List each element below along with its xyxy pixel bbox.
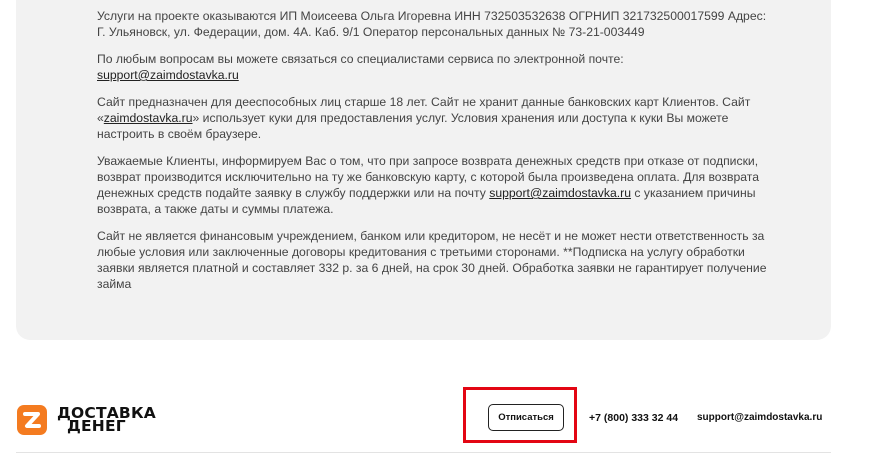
cookies-text-after: » использует куки для предоставления усл… xyxy=(97,111,729,141)
footer-divider xyxy=(16,452,831,453)
cookies-paragraph: Сайт предназначен для дееспособных лиц с… xyxy=(97,94,773,142)
support-email-link[interactable]: support@zaimdostavka.ru xyxy=(97,68,239,82)
disclaimer-paragraph: Сайт не является финансовым учреждением,… xyxy=(97,229,767,291)
company-info-paragraph: Услуги на проекте оказываются ИП Моисеев… xyxy=(97,9,767,39)
logo-z-mark-icon xyxy=(17,405,47,435)
refund-email-link[interactable]: support@zaimdostavka.ru xyxy=(489,186,631,200)
logo[interactable]: ДОСТАВКА ДЕНЕГ xyxy=(17,403,156,437)
unsubscribe-button[interactable]: Отписаться xyxy=(488,404,564,431)
legal-info-text: Услуги на проекте оказываются ИП Моисеев… xyxy=(97,8,773,303)
footer: ДОСТАВКА ДЕНЕГ Отписаться +7 (800) 333 3… xyxy=(0,380,870,465)
footer-email-link[interactable]: support@zaimdostavka.ru xyxy=(697,412,822,423)
contact-paragraph: По любым вопросам вы можете связаться со… xyxy=(97,51,773,83)
phone-link[interactable]: +7 (800) 333 32 44 xyxy=(589,412,678,424)
site-link[interactable]: zaimdostavka.ru xyxy=(104,111,193,125)
logo-text: ДОСТАВКА ДЕНЕГ xyxy=(57,405,156,434)
contact-text: По любым вопросам вы можете связаться со… xyxy=(97,52,624,66)
refund-paragraph: Уважаемые Клиенты, информируем Вас о том… xyxy=(97,153,773,217)
